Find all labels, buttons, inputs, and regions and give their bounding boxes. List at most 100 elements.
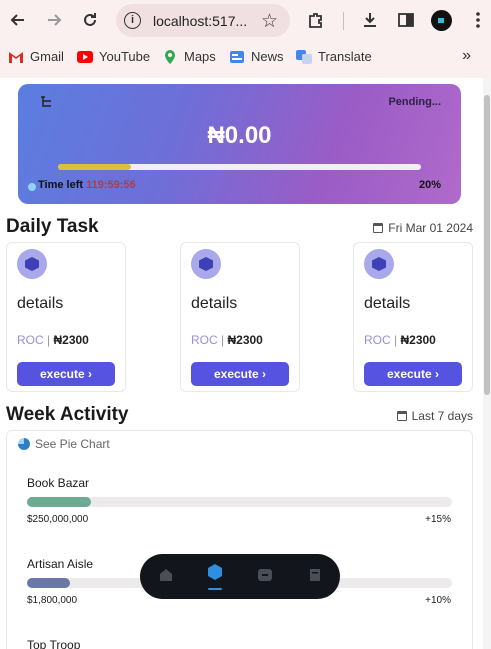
price-value: ₦2300	[400, 333, 436, 347]
daily-task-date: Fri Mar 01 2024	[373, 221, 473, 235]
pie-link-label: See Pie Chart	[35, 437, 110, 451]
chevron-right-icon: ›	[262, 367, 267, 381]
status-text: Pending...	[388, 96, 441, 108]
activity-name: Book Bazar	[27, 476, 90, 490]
price-value: ₦2300	[53, 333, 89, 347]
cube-icon[interactable]	[206, 563, 224, 581]
gmail-icon	[8, 50, 24, 64]
execute-button[interactable]: execute ›	[364, 362, 462, 386]
activity-bar-track	[27, 497, 452, 507]
bookmark-translate[interactable]: Translate	[296, 49, 372, 64]
progress-fill	[58, 164, 131, 170]
bookmark-maps[interactable]: Maps	[162, 49, 216, 64]
activity-name: Artisan Aisle	[27, 557, 94, 571]
execute-button[interactable]: execute ›	[191, 362, 289, 386]
bottom-dock	[140, 554, 340, 599]
tree-icon[interactable]	[40, 96, 52, 111]
task-card: details ROC | ₦2300 execute ›	[353, 242, 473, 392]
forward-icon[interactable]	[41, 7, 67, 33]
activity-value: $1,800,000	[27, 595, 78, 606]
reload-icon[interactable]	[77, 7, 103, 33]
maps-icon	[162, 49, 178, 64]
token-label: ROC	[191, 333, 218, 347]
token-label: ROC	[17, 333, 44, 347]
token-label: ROC	[364, 333, 391, 347]
see-pie-chart-link[interactable]: See Pie Chart	[18, 437, 110, 451]
task-card: details ROC | ₦2300 execute ›	[180, 242, 300, 392]
activity-bar-fill	[27, 497, 91, 507]
news-icon	[229, 50, 245, 64]
bookmark-label: Gmail	[30, 49, 64, 64]
bookmark-star-icon[interactable]: ☆	[261, 10, 278, 33]
chevron-right-icon: ›	[88, 367, 93, 381]
bookmark-gmail[interactable]: Gmail	[8, 49, 64, 64]
calendar-icon	[396, 411, 407, 421]
bookmark-youtube[interactable]: YouTube	[77, 49, 150, 64]
home-icon[interactable]	[157, 566, 175, 584]
bookmarks-bar: Gmail YouTube Maps News Translate »	[0, 45, 491, 71]
side-panel-icon[interactable]	[393, 7, 419, 33]
execute-label: execute	[213, 367, 259, 381]
url-text: localhost:517...	[153, 13, 248, 29]
youtube-icon	[77, 50, 93, 64]
scrollbar-thumb[interactable]	[484, 95, 490, 395]
cube-badge	[364, 249, 394, 279]
card-details: details	[364, 295, 411, 312]
activity-change: +10%	[425, 595, 451, 606]
back-icon[interactable]	[5, 7, 31, 33]
week-activity-range[interactable]: Last 7 days	[396, 409, 473, 423]
price-value: ₦2300	[227, 333, 263, 347]
divider: |	[221, 333, 225, 347]
task-card: details ROC | ₦2300 execute ›	[6, 242, 126, 392]
execute-label: execute	[386, 367, 432, 381]
toolbar-separator	[343, 12, 344, 30]
card-price: ROC | ₦2300	[191, 333, 263, 347]
wallet-icon[interactable]	[256, 566, 274, 584]
address-bar[interactable]: i localhost:517... ☆	[116, 4, 290, 37]
card-details: details	[17, 295, 64, 312]
date-text: Fri Mar 01 2024	[388, 221, 473, 235]
chevron-right-icon: ›	[435, 367, 440, 381]
calendar-icon	[373, 223, 384, 233]
week-activity-title: Week Activity	[6, 404, 129, 425]
site-info-icon[interactable]: i	[124, 12, 141, 29]
document-icon[interactable]	[306, 566, 324, 584]
divider: |	[47, 333, 51, 347]
activity-panel: See Pie Chart Book Bazar $250,000,000 +1…	[6, 430, 473, 649]
time-left: Time left 119:59:56	[38, 179, 136, 191]
download-icon[interactable]	[357, 7, 383, 33]
execute-button[interactable]: execute ›	[17, 362, 115, 386]
more-bookmarks-icon[interactable]: »	[462, 47, 471, 65]
activity-bar-fill	[27, 578, 70, 588]
execute-label: execute	[39, 367, 85, 381]
menu-icon[interactable]	[465, 7, 491, 33]
time-left-label: Time left	[38, 179, 84, 191]
time-left-value: 119:59:56	[86, 179, 136, 191]
earnings-card: Pending... ₦0.00 Time left 119:59:56 20%	[18, 84, 461, 204]
progress-track	[58, 164, 421, 170]
card-price: ROC | ₦2300	[17, 333, 89, 347]
progress-percent: 20%	[418, 179, 441, 191]
range-text: Last 7 days	[411, 409, 473, 423]
profile-avatar[interactable]	[431, 10, 452, 31]
cube-badge	[191, 249, 221, 279]
cube-icon	[372, 257, 386, 271]
bookmark-label: YouTube	[99, 49, 151, 64]
extensions-icon[interactable]	[303, 7, 329, 33]
pie-chart-icon	[18, 438, 30, 450]
card-details: details	[191, 295, 238, 312]
balance-amount: ₦0.00	[207, 122, 272, 149]
bookmark-label: News	[251, 49, 284, 64]
bookmark-news[interactable]: News	[229, 49, 284, 64]
cube-icon	[199, 257, 213, 271]
active-indicator	[208, 588, 222, 590]
bookmark-label: Maps	[184, 49, 216, 64]
status-dot	[28, 183, 36, 191]
browser-toolbar: i localhost:517... ☆	[0, 0, 491, 42]
bookmark-label: Translate	[318, 49, 372, 64]
translate-icon	[296, 49, 312, 64]
activity-name: Top Troop	[27, 638, 81, 649]
page-viewport: Pending... ₦0.00 Time left 119:59:56 20%…	[0, 78, 491, 649]
page-scrollbar[interactable]	[483, 78, 491, 649]
activity-value: $250,000,000	[27, 514, 89, 525]
